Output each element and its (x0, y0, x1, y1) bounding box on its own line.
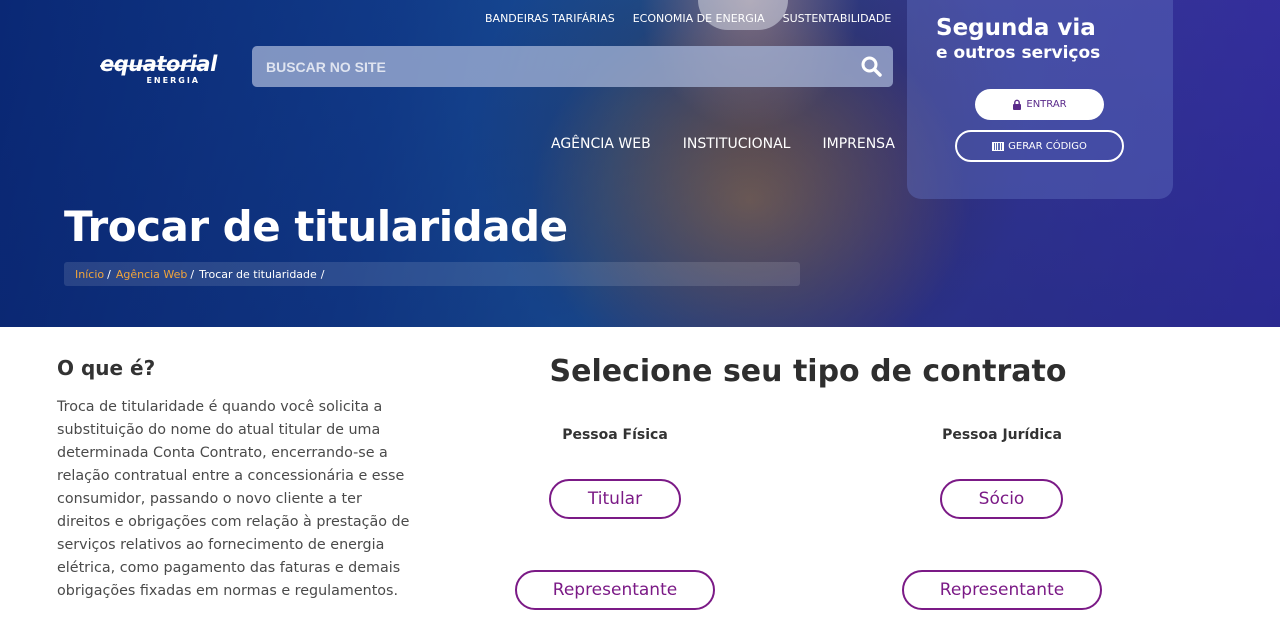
breadcrumb: Início / Agência Web / Trocar de titularid… (64, 262, 800, 286)
services-panel: Segunda via e outros serviços ENTRAR GER… (907, 0, 1173, 199)
login-button[interactable]: ENTRAR (975, 89, 1104, 120)
search-icon[interactable] (859, 54, 885, 80)
search-bar (252, 46, 893, 87)
generate-code-label: GERAR CÓDIGO (1008, 140, 1087, 152)
top-link-sustentabilidade[interactable]: SUSTENTABILIDADE (783, 12, 892, 25)
breadcrumb-separator: / (320, 267, 325, 281)
nav-agencia-web[interactable]: AGÊNCIA WEB (551, 136, 651, 152)
representante-pf-button[interactable]: Representante (515, 570, 715, 610)
logo-wordmark: equatorial (100, 52, 217, 76)
about-heading: O que é? (57, 356, 156, 380)
breadcrumb-inicio[interactable]: Início (75, 268, 104, 281)
about-text: Troca de titularidade é quando você soli… (57, 399, 410, 599)
socio-button[interactable]: Sócio (940, 479, 1063, 519)
nav-imprensa[interactable]: IMPRENSA (822, 136, 894, 152)
breadcrumb-agencia-web[interactable]: Agência Web (116, 268, 188, 281)
page-title: Trocar de titularidade (64, 202, 568, 251)
logo[interactable]: equatorial ENERGIA (100, 52, 217, 88)
lock-icon (1013, 99, 1022, 110)
generate-code-button[interactable]: GERAR CÓDIGO (955, 130, 1124, 162)
logo-swoosh (100, 65, 208, 67)
top-links: BANDEIRAS TARIFÁRIAS ECONOMIA DE ENERGIA… (485, 12, 891, 25)
hero-banner: equatorial ENERGIA BANDEIRAS TARIFÁRIAS … (0, 0, 1280, 327)
titular-button[interactable]: Titular (549, 479, 681, 519)
services-title: Segunda via (936, 15, 1096, 41)
nav-institucional[interactable]: INSTITUCIONAL (683, 136, 791, 152)
breadcrumb-separator: / (190, 267, 195, 281)
contract-type-title: Selecione seu tipo de contrato (549, 354, 1067, 389)
representante-pj-button[interactable]: Representante (902, 570, 1102, 610)
main-nav: AGÊNCIA WEB INSTITUCIONAL IMPRENSA (551, 136, 895, 152)
login-button-label: ENTRAR (1026, 99, 1067, 110)
services-subtitle: e outros serviços (936, 43, 1101, 63)
breadcrumb-current: Trocar de titularidade (199, 267, 317, 281)
about-section: O que é? Troca de titularidade é quando … (57, 356, 417, 603)
top-link-bandeiras[interactable]: BANDEIRAS TARIFÁRIAS (485, 12, 615, 25)
pessoa-juridica-label: Pessoa Jurídica (942, 427, 1062, 443)
top-link-economia[interactable]: ECONOMIA DE ENERGIA (633, 12, 765, 25)
search-input[interactable] (252, 46, 842, 87)
pessoa-fisica-label: Pessoa Física (562, 427, 668, 443)
breadcrumb-separator: / (107, 267, 111, 281)
barcode-icon (992, 141, 1005, 151)
logo-subtitle: ENERGIA (146, 76, 200, 85)
